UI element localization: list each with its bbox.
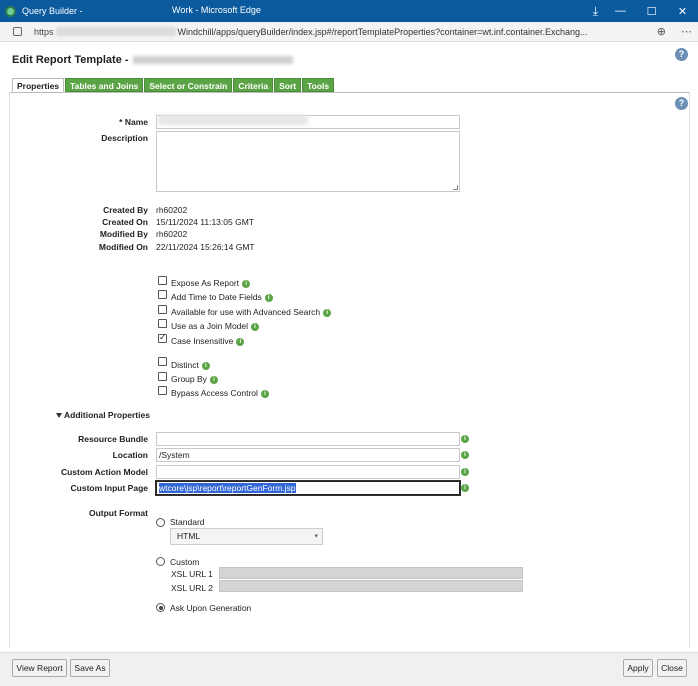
xsl-url-1-input[interactable] xyxy=(219,567,523,579)
window-title: Work - Microsoft Edge xyxy=(172,5,261,15)
maximize-icon[interactable]: ☐ xyxy=(636,5,667,18)
resize-handle-icon[interactable] xyxy=(453,185,458,190)
xsl-url-1-label: XSL URL 1 xyxy=(171,569,213,579)
custom-input-page-info-icon[interactable]: i xyxy=(461,484,469,492)
name-value-redacted xyxy=(158,115,308,125)
modified-by-label: Modified By xyxy=(99,229,148,239)
tab-sort[interactable]: Sort xyxy=(274,78,302,92)
tab-select-or-constrain[interactable]: Select or Constrain xyxy=(144,78,233,92)
tab-tools[interactable]: Tools xyxy=(302,78,335,92)
add-time-to-date-checkbox[interactable] xyxy=(158,290,167,299)
output-format-label: Output Format xyxy=(88,508,148,518)
url-scheme: https xyxy=(34,26,54,37)
add-time-to-date-label: Add Time to Date Fields i xyxy=(171,292,273,302)
modified-on-label: Modified On xyxy=(98,242,148,252)
expose-as-report-checkbox[interactable] xyxy=(158,276,167,285)
triangle-down-icon xyxy=(56,413,62,419)
group-by-checkbox[interactable] xyxy=(158,372,167,381)
case-insensitive-label: Case Insensitive i xyxy=(171,336,245,346)
view-report-button[interactable]: View Report xyxy=(12,659,67,677)
info-icon[interactable]: i xyxy=(209,375,218,384)
standard-format-value: HTML xyxy=(177,531,201,541)
url-path: Windchill/apps/queryBuilder/index.jsp#/r… xyxy=(177,26,588,37)
custom-action-model-label: Custom Action Model xyxy=(60,467,148,477)
custom-radio[interactable] xyxy=(156,557,165,566)
custom-action-model-info-icon[interactable]: i xyxy=(461,468,469,476)
join-model-checkbox[interactable] xyxy=(158,319,167,328)
created-on-label: Created On xyxy=(102,217,148,227)
expose-as-report-label: Expose As Report i xyxy=(171,278,251,288)
created-by-label: Created By xyxy=(103,205,148,215)
standard-label: Standard xyxy=(170,517,205,527)
close-window-icon[interactable]: ✕ xyxy=(667,5,698,18)
description-label: Description xyxy=(101,133,148,143)
address-bar[interactable]: https Windchill/apps/queryBuilder/index.… xyxy=(0,22,698,42)
custom-input-page-label: Custom Input Page xyxy=(70,483,148,493)
info-icon[interactable]: i xyxy=(201,361,210,370)
xsl-url-2-input[interactable] xyxy=(219,580,523,592)
chevron-down-icon: ▾ xyxy=(314,533,318,540)
ask-upon-generation-label: Ask Upon Generation xyxy=(170,603,252,613)
help-icon-properties[interactable]: ? xyxy=(675,97,688,110)
zoom-icon[interactable]: ⊕ xyxy=(657,25,666,38)
custom-input-page-value: wtcore\jsp\report\reportGenForm.jsp xyxy=(159,483,296,493)
url-host-redacted xyxy=(55,27,176,36)
page-title: Edit Report Template - xyxy=(12,54,293,66)
bypass-access-control-label: Bypass Access Control i xyxy=(171,388,269,398)
location-input[interactable]: /System xyxy=(156,448,460,462)
page-title-text: Edit Report Template xyxy=(12,54,122,66)
more-icon[interactable]: ⋯ xyxy=(681,25,692,38)
custom-label: Custom xyxy=(170,557,200,567)
created-by-value: rh60202 xyxy=(156,205,188,215)
distinct-label: Distinct i xyxy=(171,360,210,370)
additional-properties-toggle[interactable]: Additional Properties xyxy=(56,410,150,420)
close-button[interactable]: Close xyxy=(657,659,687,677)
query-builder-app-icon xyxy=(5,5,16,17)
tab-tables-and-joins[interactable]: Tables and Joins xyxy=(65,78,144,92)
additional-properties-title: Additional Properties xyxy=(64,410,150,420)
case-insensitive-checkbox[interactable] xyxy=(158,332,167,343)
join-model-label: Use as a Join Model i xyxy=(171,321,260,331)
advanced-search-label: Available for use with Advanced Search i xyxy=(171,307,332,317)
ask-upon-generation-radio[interactable] xyxy=(156,603,165,612)
tab-criteria[interactable]: Criteria xyxy=(233,78,274,92)
xsl-url-2-label: XSL URL 2 xyxy=(171,583,213,593)
resource-bundle-label: Resource Bundle xyxy=(78,434,148,444)
minimize-icon[interactable]: — xyxy=(605,5,636,17)
template-name-redacted xyxy=(132,56,293,65)
info-icon[interactable]: i xyxy=(260,389,269,398)
info-icon[interactable]: i xyxy=(236,337,245,346)
info-icon[interactable]: i xyxy=(323,308,332,317)
standard-radio[interactable] xyxy=(156,518,165,527)
resource-bundle-input[interactable] xyxy=(156,432,460,446)
window-titlebar: Query Builder - Work - Microsoft Edge ⤓ … xyxy=(0,0,698,22)
tab-bar: Properties Tables and Joins Select or Co… xyxy=(12,78,335,92)
location-info-icon[interactable]: i xyxy=(461,451,469,459)
info-icon[interactable]: i xyxy=(251,322,260,331)
standard-format-select[interactable]: HTML ▾ xyxy=(170,528,323,545)
resource-bundle-info-icon[interactable]: i xyxy=(461,435,469,443)
advanced-search-checkbox[interactable] xyxy=(158,305,167,314)
custom-action-model-input[interactable] xyxy=(156,465,460,479)
save-as-button[interactable]: Save As xyxy=(70,659,110,677)
help-icon[interactable]: ? xyxy=(675,48,688,61)
created-on-value: 15/11/2024 11:13:05 GMT xyxy=(156,217,254,227)
download-icon[interactable]: ⤓ xyxy=(593,4,598,19)
apply-button[interactable]: Apply xyxy=(623,659,653,677)
browser-tab-title: Query Builder - xyxy=(22,6,83,16)
distinct-checkbox[interactable] xyxy=(158,357,167,366)
tab-properties[interactable]: Properties xyxy=(12,78,65,92)
location-label: Location xyxy=(112,450,148,460)
modified-on-value: 22/11/2024 15:26:14 GMT xyxy=(156,242,255,252)
description-textarea[interactable] xyxy=(156,131,460,192)
info-icon[interactable]: i xyxy=(242,279,251,288)
name-label: * Name xyxy=(119,117,148,127)
modified-by-value: rh60202 xyxy=(156,229,188,239)
group-by-label: Group By i xyxy=(171,374,218,384)
custom-input-page-input[interactable]: wtcore\jsp\report\reportGenForm.jsp xyxy=(156,481,460,495)
info-icon[interactable]: i xyxy=(264,293,273,302)
lock-icon xyxy=(13,27,22,36)
bypass-access-control-checkbox[interactable] xyxy=(158,386,167,395)
